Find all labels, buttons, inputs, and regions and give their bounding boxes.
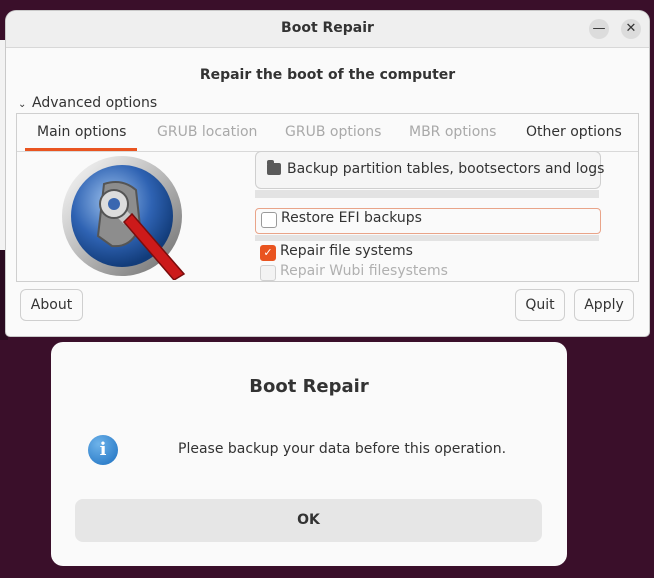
advanced-options-label: Advanced options	[32, 95, 158, 111]
advanced-options-expander[interactable]: ⌄ Advanced options	[18, 95, 157, 111]
repair-wubi-label: Repair Wubi filesystems	[280, 263, 448, 279]
apply-button[interactable]: Apply	[574, 289, 634, 321]
boot-repair-logo-icon	[62, 156, 186, 280]
info-icon: i	[88, 435, 118, 465]
close-button[interactable]: ✕	[621, 19, 641, 39]
quit-button[interactable]: Quit	[515, 289, 565, 321]
repair-file-systems-label: Repair file systems	[280, 243, 413, 259]
page-heading: Repair the boot of the computer	[199, 67, 456, 83]
chevron-down-icon: ⌄	[18, 99, 27, 110]
separator-bar	[255, 190, 599, 198]
folder-icon	[267, 160, 281, 175]
backup-warning-dialog: Boot Repair i Please backup your data be…	[51, 342, 567, 566]
dialog-title: Boot Repair	[249, 376, 369, 397]
title-bar[interactable]: Boot Repair — ✕	[6, 11, 649, 48]
window-title: Boot Repair	[281, 20, 374, 36]
restore-efi-label: Restore EFI backups	[281, 210, 422, 226]
boot-repair-window: Boot Repair — ✕ Repair the boot of the c…	[6, 11, 649, 336]
checkbox-checked-icon: ✓	[260, 245, 276, 261]
tab-other-options[interactable]: Other options	[526, 124, 622, 140]
tab-bar: Main options GRUB location GRUB options …	[17, 114, 638, 152]
backup-partition-tables-button[interactable]: Backup partition tables, bootsectors and…	[255, 151, 605, 189]
separator-bar	[255, 235, 599, 241]
options-notebook: Main options GRUB location GRUB options …	[16, 113, 639, 282]
dialog-message: Please backup your data before this oper…	[178, 441, 507, 457]
ok-button[interactable]: OK	[75, 499, 542, 542]
restore-efi-backups-checkbox[interactable]: Restore EFI backups	[255, 208, 601, 234]
tab-mbr-options[interactable]: MBR options	[409, 124, 496, 140]
tab-main-options[interactable]: Main options	[37, 124, 126, 140]
checkbox-unchecked-icon	[261, 212, 277, 228]
checkbox-disabled-icon	[260, 265, 276, 281]
active-tab-indicator	[25, 148, 137, 151]
tab-grub-location[interactable]: GRUB location	[157, 124, 257, 140]
minimize-button[interactable]: —	[589, 19, 609, 39]
tab-grub-options[interactable]: GRUB options	[285, 124, 381, 140]
backup-button-label: Backup partition tables, bootsectors and…	[287, 161, 605, 177]
about-button[interactable]: About	[20, 289, 83, 321]
